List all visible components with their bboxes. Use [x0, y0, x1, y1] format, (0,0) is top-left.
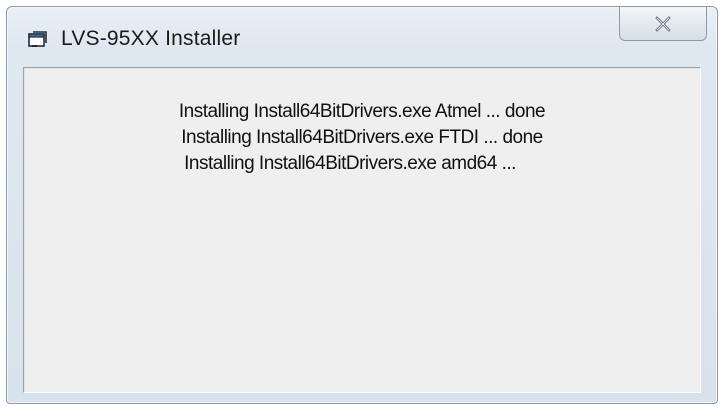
app-window-icon — [27, 29, 49, 49]
close-button[interactable] — [619, 7, 707, 41]
installer-log-panel: Installing Install64BitDrivers.exe Atmel… — [23, 67, 701, 393]
log-line: Installing Install64BitDrivers.exe Atmel… — [178, 101, 546, 122]
log-line: Installing Install64BitDrivers.exe FTDI … — [181, 127, 543, 148]
log-line: Installing Install64BitDrivers.exe amd64… — [184, 153, 540, 174]
window-title: LVS-95XX Installer — [61, 27, 241, 50]
title-bar[interactable]: LVS-95XX Installer — [7, 7, 717, 65]
installer-window: LVS-95XX Installer Installing Install64B… — [6, 6, 718, 404]
install-log: Installing Install64BitDrivers.exe Atmel… — [24, 99, 700, 177]
close-icon — [655, 15, 671, 32]
